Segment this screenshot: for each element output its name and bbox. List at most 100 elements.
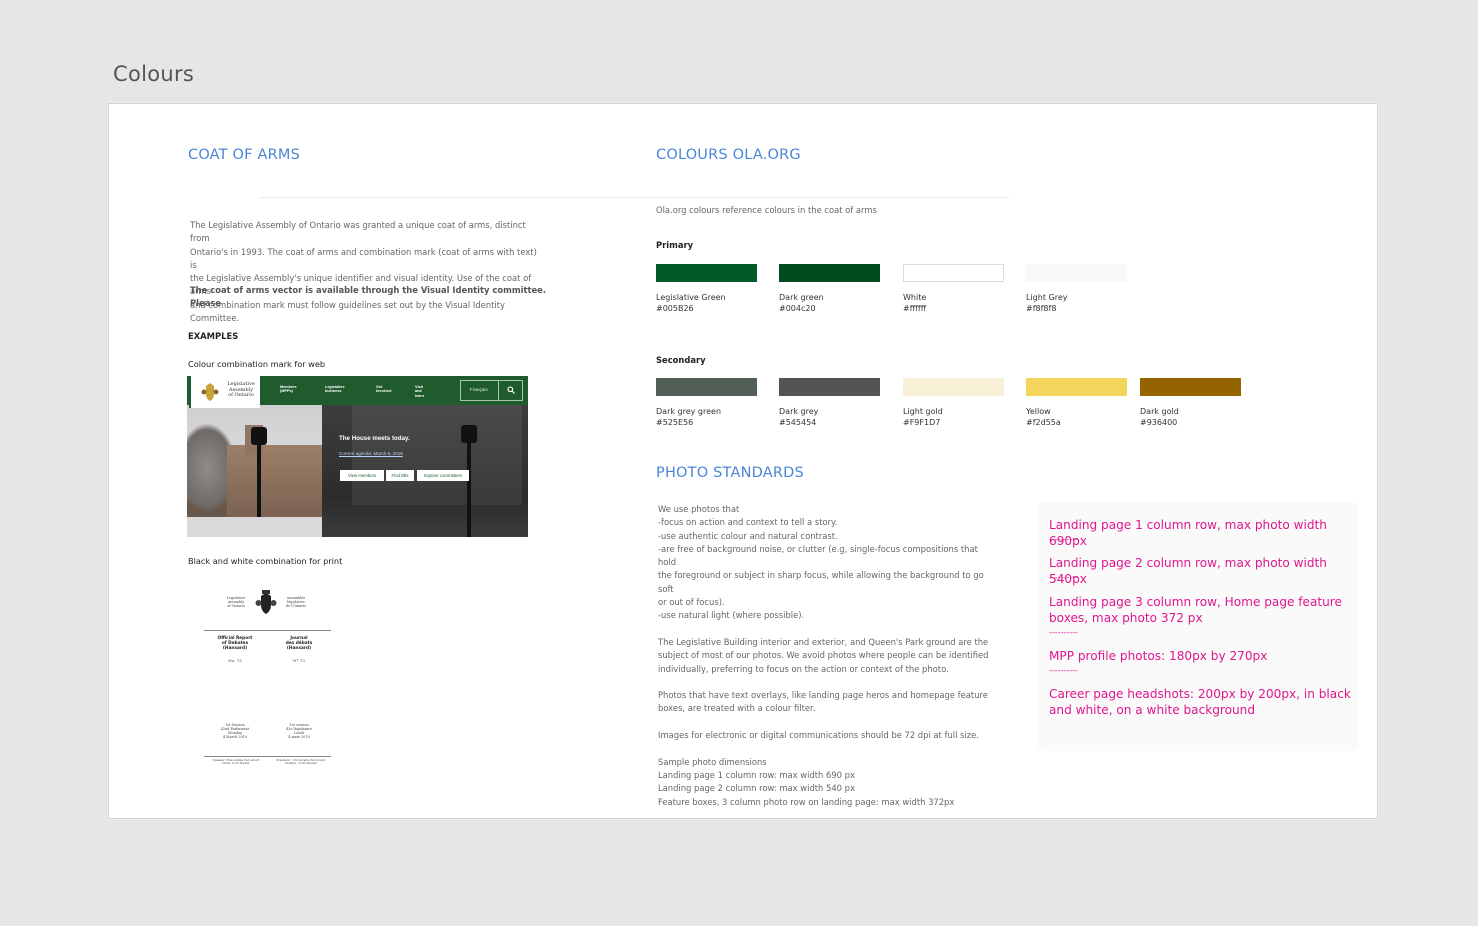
language-toggle[interactable]: Français <box>470 387 488 392</box>
swatch-dark-gold <box>1140 378 1241 396</box>
print-combination-mark-mockup: Legislative Assembly of Ontario Assemblée l… <box>199 588 334 768</box>
swatch-light-gold <box>903 378 1004 396</box>
colours-title: COLOURS OLA.ORG <box>656 147 801 163</box>
note-separator: ---------- <box>1049 666 1078 675</box>
web-caption: Colour combination mark for web <box>188 359 326 369</box>
description-line: The Legislative Assembly of Ontario was … <box>190 220 526 244</box>
photo-standard-line <box>658 623 998 636</box>
photo-standard-line: Feature boxes, 3 column photo row on lan… <box>658 796 955 807</box>
swatch-label: Dark gold #936400 <box>1140 407 1179 427</box>
swatch-label: Light Grey #f8f8f8 <box>1026 293 1068 313</box>
swatch-label: Light gold #F9F1D7 <box>903 407 943 427</box>
section-divider <box>259 197 1009 198</box>
photo-standard-line <box>658 742 998 755</box>
hero-headline: The House meets today. <box>339 435 410 442</box>
logo-text: Legislative Assembly of Ontario <box>227 381 255 399</box>
print-footer-fr: Président : L'honorable Ted Arnott Greffi… <box>276 758 326 766</box>
photo-standards-title: PHOTO STANDARDS <box>656 465 804 481</box>
photo-standard-line: Landing page 1 column row: max width 690… <box>658 769 855 780</box>
print-number-fr: N° 73 <box>293 658 305 663</box>
swatch-white <box>903 264 1004 282</box>
photo-standard-line: Images for electronic or digital communi… <box>658 730 979 741</box>
swatch-yellow <box>1026 378 1127 396</box>
photo-size-notes-panel: Landing page 1 column row, max photo wid… <box>1037 502 1358 751</box>
swatch-label: Dark grey green #525E56 <box>656 407 722 427</box>
photo-standard-line: the foreground or subject in sharp focus… <box>658 570 984 594</box>
swatch-light-grey <box>1026 264 1127 282</box>
photo-standard-line: boxes, are treated with a colour filter. <box>658 703 816 714</box>
colours-intro: Ola.org colours reference colours in the… <box>656 205 877 215</box>
photo-standard-line: We use photos that <box>658 504 740 514</box>
note-separator: ---------- <box>1049 535 1078 544</box>
nav-item-visit-and-learn[interactable]: Visit and learn <box>415 385 445 398</box>
search-icon <box>507 386 515 394</box>
photo-standard-line: -use natural light (where possible). <box>658 610 805 621</box>
swatch-label: Yellow #f2d55a <box>1026 407 1061 427</box>
photo-standards-body: We use photos that -focus on action and c… <box>658 503 998 809</box>
note-item: Career page headshots: 200px by 200px, i… <box>1049 687 1351 717</box>
coat-of-arms-title: COAT OF ARMS <box>188 147 301 163</box>
photo-standard-line: Sample photo dimensions <box>658 756 767 767</box>
description-line: Ontario's in 1993. The coat of arms and … <box>190 246 537 270</box>
print-number-en: No. 73 <box>228 658 242 663</box>
photo-standard-line: individually, preferring to focus on the… <box>658 663 949 674</box>
print-title-fr: Journal des débats (Hansard) <box>285 636 313 651</box>
snow-ground <box>187 517 322 537</box>
print-session-fr: 1re session 42e législature Lundi 4 mars 20… <box>286 723 312 739</box>
swatch-label: Legislative Green #005B26 <box>656 293 726 313</box>
photo-standard-line <box>658 716 998 729</box>
swatch-label: Dark grey #545454 <box>779 407 819 427</box>
print-header-en: Legislative Assembly of Ontario <box>226 596 246 608</box>
photo-standard-line: or out of focus). <box>658 597 725 608</box>
note-item: Landing page 3 column row, Home page fea… <box>1049 595 1342 625</box>
swatch-dark-green <box>779 264 880 282</box>
photo-standard-line <box>658 676 998 689</box>
secondary-label: Secondary <box>656 355 706 365</box>
explore-committees-button[interactable]: Explore committees <box>417 470 469 481</box>
swatch-dark-grey <box>779 378 880 396</box>
agenda-link[interactable]: Current agenda: March 5, 2019 <box>339 451 403 456</box>
photo-standard-line: -use authentic colour and natural contra… <box>658 530 838 541</box>
hero-photo-left <box>187 405 322 537</box>
nav-item-legislative-business[interactable]: Legislative business <box>325 385 355 394</box>
photo-standard-line: Photos that have text overlays, like lan… <box>658 690 988 701</box>
photo-standard-line: Landing page 2 column row: max width 540… <box>658 783 855 794</box>
language-search-box[interactable]: Français <box>460 380 523 401</box>
page-heading: Colours <box>113 62 195 86</box>
note-separator: ---------- <box>1049 573 1078 582</box>
note-item: MPP profile photos: 180px by 270px <box>1049 649 1268 663</box>
print-caption: Black and white combination for print <box>188 556 343 566</box>
view-members-button[interactable]: View members <box>340 470 384 481</box>
swatch-legislative-green <box>656 264 757 282</box>
swatch-label: Dark green #004c20 <box>779 293 824 313</box>
lamp-head <box>251 427 267 445</box>
swatch-dark-grey-green <box>656 378 757 396</box>
photo-standard-line: subject of most of our photos. We avoid … <box>658 650 989 661</box>
search-button[interactable] <box>498 381 522 400</box>
nav-item-get-involved[interactable]: Get involved <box>376 385 406 394</box>
building-shape <box>227 445 322 520</box>
web-combination-mark-mockup: Legislative Assembly of Ontario Members(… <box>187 376 528 537</box>
lamp-head <box>461 425 477 443</box>
print-footer-en: Speaker: Honourable Ted Arnott Clerk: Tod… <box>212 758 260 766</box>
vector-note: The coat of arms vector is available thr… <box>190 285 547 309</box>
nav-item-members[interactable]: Members (MPPs) <box>280 385 310 394</box>
find-bills-button[interactable]: Find bills <box>386 470 414 481</box>
site-logo[interactable]: Legislative Assembly of Ontario <box>189 376 260 408</box>
swatch-label: White #ffffff <box>903 293 927 313</box>
photo-standard-line: -focus on action and context to tell a s… <box>658 517 838 528</box>
print-rule <box>204 630 331 631</box>
examples-heading: EXAMPLES <box>188 331 239 341</box>
print-header-fr: Assemblée législative de l'Ontario <box>285 596 307 608</box>
photo-standard-line: The Legislative Building interior and ex… <box>658 636 989 647</box>
note-separator: ---------- <box>1049 628 1078 637</box>
print-title-en: Official Report of Debates (Hansard) <box>217 636 253 651</box>
artboard-frame: COAT OF ARMS The Legislative Assembly of… <box>108 103 1378 819</box>
coat-of-arms-bw-icon <box>255 590 277 614</box>
coat-of-arms-icon <box>201 383 219 401</box>
lamp-post <box>467 430 471 537</box>
photo-standard-line: -are free of background noise, or clutte… <box>658 543 978 568</box>
primary-label: Primary <box>656 240 694 250</box>
print-session-en: 1st Session 42nd Parliament Monday 4 March … <box>220 723 250 739</box>
print-rule <box>204 756 331 757</box>
